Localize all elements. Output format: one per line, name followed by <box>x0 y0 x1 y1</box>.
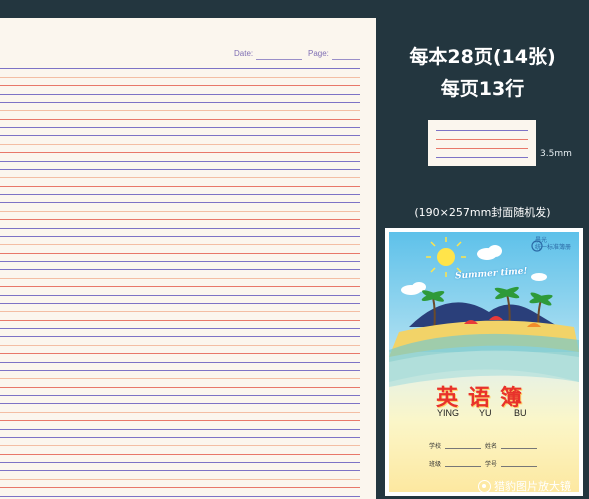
rule-line <box>0 194 360 195</box>
rule-line <box>0 93 360 95</box>
rule-line <box>0 495 360 497</box>
rule-line <box>0 252 360 254</box>
rule-line <box>0 336 360 337</box>
rule-line <box>0 118 360 120</box>
field-student-id: 学号 <box>485 461 498 468</box>
magnifier-icon <box>478 479 491 493</box>
line-spacing-sample <box>428 120 536 166</box>
notebook-cover: 晨光 统一标准簿册 Summer time! 英语簿 YING YU BU 学校… <box>385 228 583 496</box>
brand-tagline: 统一标准簿册 <box>535 243 572 251</box>
rule-line <box>0 85 360 86</box>
rule-line <box>0 210 360 212</box>
rule-line <box>0 277 360 279</box>
rule-line <box>0 269 360 270</box>
rule-line <box>0 403 360 404</box>
rule-line <box>0 411 360 413</box>
sample-line <box>436 157 528 158</box>
rule-line <box>0 152 360 153</box>
rule-line <box>0 386 360 388</box>
rule-line <box>0 135 360 136</box>
rule-line <box>0 378 360 379</box>
rule-line <box>0 428 360 430</box>
rule-line <box>0 436 360 438</box>
date-underline <box>256 59 302 60</box>
rule-line <box>0 445 360 446</box>
rule-line <box>0 143 360 145</box>
rule-line <box>0 219 360 220</box>
cover-brand: 晨光 统一标准簿册 <box>535 237 572 251</box>
rule-line <box>0 470 360 471</box>
rule-line <box>0 311 360 312</box>
cover-size-note: (190×257mm封面随机发) <box>414 206 551 219</box>
rule-line <box>0 328 360 329</box>
rule-line <box>0 68 360 69</box>
rule-line <box>0 361 360 363</box>
field-name: 姓名 <box>485 443 498 450</box>
ruled-paper: Date: Page: <box>0 18 376 499</box>
pages-per-book: 每本28页(14张) <box>409 46 556 68</box>
rule-line <box>0 478 360 480</box>
spacing-label: 3.5mm <box>540 149 572 159</box>
rule-line <box>0 160 360 162</box>
sample-line <box>436 139 528 140</box>
rule-line <box>0 202 360 203</box>
field-line <box>501 448 537 449</box>
date-label: Date: <box>234 49 254 58</box>
rule-line <box>0 261 360 262</box>
page-underline <box>332 59 360 60</box>
field-school: 学校 <box>429 443 442 450</box>
rule-line <box>0 344 360 346</box>
rule-line <box>0 168 360 170</box>
pinyin-yu: YU <box>479 408 492 418</box>
page-label: Page: <box>308 49 329 58</box>
lines-per-page: 每页13行 <box>440 78 525 100</box>
watermark-text: 猎豹图片放大镜 <box>494 480 571 493</box>
rule-line <box>0 227 360 229</box>
pinyin-ying: YING <box>437 408 460 418</box>
rule-line <box>0 369 360 371</box>
rule-line <box>0 353 360 354</box>
sample-line <box>436 130 528 131</box>
rule-line <box>0 101 360 103</box>
field-line <box>501 466 537 467</box>
rule-line <box>0 110 360 111</box>
rule-line <box>0 294 360 296</box>
field-line <box>445 448 481 449</box>
rule-line <box>0 185 360 187</box>
sample-line <box>436 148 528 149</box>
rule-line <box>0 319 360 321</box>
field-line <box>445 466 481 467</box>
rule-line <box>0 487 360 488</box>
watermark: 猎豹图片放大镜 <box>478 478 571 494</box>
rule-line <box>0 453 360 455</box>
field-class: 班级 <box>429 461 442 468</box>
rule-line <box>0 244 360 245</box>
rule-line <box>0 462 360 463</box>
rule-line <box>0 76 360 78</box>
rule-line <box>0 235 360 237</box>
rule-line <box>0 177 360 178</box>
rule-line <box>0 420 360 421</box>
pinyin-bu: BU <box>514 408 527 418</box>
rule-line <box>0 127 360 128</box>
rule-line <box>0 302 360 304</box>
rule-line <box>0 286 360 287</box>
rule-line <box>0 395 360 396</box>
